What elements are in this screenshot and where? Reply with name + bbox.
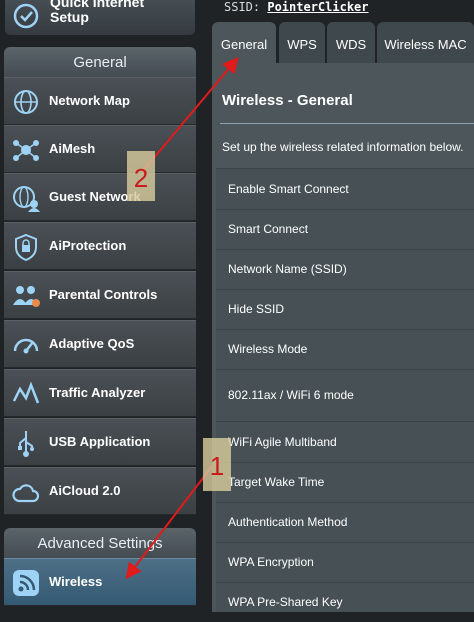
settings-row-wifi6-mode: 802.11ax / WiFi 6 mode: [216, 369, 474, 421]
settings-row-wpa-psk: WPA Pre-Shared Key: [216, 582, 474, 612]
setting-label: WiFi Agile Multiband: [228, 435, 337, 449]
wireless-icon: [13, 570, 39, 596]
menu-item-label: Parental Controls: [49, 287, 158, 302]
tab-wireless-mac[interactable]: Wireless MAC: [377, 22, 474, 63]
title-divider: [220, 123, 474, 124]
ssid-indicator: SSID: PointerClicker: [224, 0, 474, 16]
adaptive-qos-icon: [13, 338, 39, 354]
tab-wds[interactable]: WDS: [327, 22, 375, 63]
setting-label: Authentication Method: [228, 515, 348, 529]
quick-setup-label: Quick Internet Setup: [50, 0, 145, 25]
quick-setup-icon: [13, 3, 39, 29]
settings-row-authentication-method: Authentication Method: [216, 502, 474, 542]
menu-item-label: AiProtection: [49, 238, 127, 253]
setting-label: Enable Smart Connect: [228, 182, 349, 196]
menu-item-aiprotection[interactable]: AiProtection: [4, 222, 196, 270]
annotation-callout-2: 2: [127, 151, 155, 201]
setting-label: Hide SSID: [228, 302, 285, 316]
page-description: Set up the wireless related information …: [222, 140, 464, 154]
menu-item-wireless[interactable]: Wireless: [4, 558, 196, 606]
settings-row-target-wake-time: Target Wake Time: [216, 462, 474, 502]
menu-item-label: Traffic Analyzer: [49, 385, 146, 400]
settings-row-smart-connect: Smart Connect: [216, 209, 474, 249]
setting-label: Wireless Mode: [228, 342, 308, 356]
sidebar-menu: Quick Internet Setup General Network Map…: [0, 0, 200, 612]
tab-general[interactable]: General: [212, 22, 276, 63]
setting-label: WPA Pre-Shared Key: [228, 595, 343, 609]
menu-item-traffic-analyzer[interactable]: Traffic Analyzer: [4, 369, 196, 417]
settings-row-hide-ssid: Hide SSID: [216, 289, 474, 329]
menu-item-label: Network Map: [49, 93, 130, 108]
usb-application-icon: [18, 431, 34, 457]
settings-row-wpa-encryption: WPA Encryption: [216, 542, 474, 582]
setting-label: 802.11ax / WiFi 6 mode: [228, 388, 354, 402]
settings-row-enable-smart-connect: Enable Smart Connect: [216, 168, 474, 209]
menu-item-label: Wireless: [49, 574, 103, 589]
ssid-prefix: SSID:: [224, 0, 261, 14]
menu-item-label: Adaptive QoS: [49, 336, 135, 351]
settings-row-network-name: Network Name (SSID): [216, 249, 474, 289]
menu-item-adaptive-qos[interactable]: Adaptive QoS: [4, 320, 196, 368]
parental-controls-icon: [13, 286, 40, 307]
setting-label: WPA Encryption: [228, 555, 314, 569]
advanced-settings-header: Advanced Settings: [4, 528, 196, 558]
menu-item-label: USB Application: [49, 434, 151, 449]
menu-item-label: AiCloud 2.0: [49, 483, 121, 498]
menu-item-label: AiMesh: [49, 141, 96, 156]
menu-item-aimesh[interactable]: AiMesh: [4, 125, 196, 173]
setting-label: Smart Connect: [228, 222, 309, 236]
aicloud-icon: [12, 484, 40, 503]
aimesh-icon: [13, 140, 39, 161]
general-section-header: General: [4, 47, 196, 77]
settings-row-wireless-mode: Wireless Mode: [216, 329, 474, 369]
network-map-icon: [14, 90, 38, 114]
settings-row-agile-multiband: WiFi Agile Multiband: [216, 421, 474, 462]
menu-item-usb-application[interactable]: USB Application: [4, 418, 196, 466]
guest-network-icon: [13, 186, 40, 212]
menu-item-parental-controls[interactable]: Parental Controls: [4, 271, 196, 319]
setting-label: Network Name (SSID): [228, 262, 347, 276]
annotation-callout-1: 1: [203, 438, 231, 491]
tab-wps[interactable]: WPS: [279, 22, 325, 63]
quick-internet-setup-button[interactable]: Quick Internet Setup: [4, 0, 196, 36]
menu-item-network-map[interactable]: Network Map: [4, 77, 196, 125]
setting-label: Target Wake Time: [228, 475, 325, 489]
page-title: Wireless - General: [222, 92, 353, 109]
aiprotection-icon: [15, 233, 37, 262]
menu-item-guest-network[interactable]: Guest Network: [4, 173, 196, 221]
traffic-analyzer-icon: [12, 381, 40, 404]
ssid-link[interactable]: PointerClicker: [267, 0, 368, 14]
menu-item-aicloud[interactable]: AiCloud 2.0: [4, 467, 196, 515]
